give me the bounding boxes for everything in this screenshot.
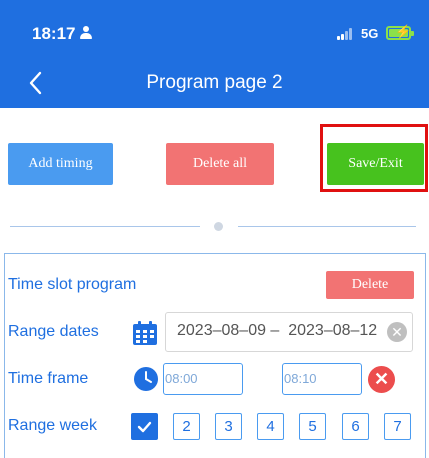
end-time-input[interactable]: 08:10 bbox=[282, 363, 362, 395]
date-range-value: 2023–08–09 – 2023–08–12 bbox=[177, 322, 378, 339]
weekday-6-checkbox[interactable]: 6 bbox=[342, 413, 369, 440]
divider-dot bbox=[214, 222, 223, 231]
weekday-5-checkbox[interactable]: 5 bbox=[299, 413, 326, 440]
signal-icon bbox=[337, 28, 355, 40]
weekday-3-checkbox[interactable]: 3 bbox=[215, 413, 242, 440]
weekday-2-checkbox[interactable]: 2 bbox=[173, 413, 200, 440]
range-week-label: Range week bbox=[8, 417, 97, 434]
delete-slot-button[interactable]: Delete bbox=[326, 271, 414, 299]
status-time: 18:17 bbox=[32, 24, 76, 43]
time-frame-label: Time frame bbox=[8, 370, 89, 387]
check-icon[interactable] bbox=[131, 413, 158, 440]
weekday-4-checkbox[interactable]: 4 bbox=[257, 413, 284, 440]
remove-time-icon[interactable]: ✕ bbox=[368, 366, 395, 393]
divider bbox=[10, 226, 200, 227]
calendar-icon[interactable] bbox=[131, 319, 159, 347]
time-slot-title: Time slot program bbox=[8, 276, 137, 293]
delete-all-button[interactable]: Delete all bbox=[166, 143, 274, 185]
app-header: 18:17 5G ⚡ Program page 2 bbox=[0, 0, 429, 108]
page-title: Program page 2 bbox=[146, 72, 283, 93]
divider bbox=[238, 226, 416, 227]
start-time-input[interactable]: 08:00 bbox=[163, 363, 243, 395]
save-exit-button[interactable]: Save/Exit bbox=[327, 143, 424, 185]
network-label: 5G bbox=[361, 26, 379, 41]
clear-icon[interactable]: ✕ bbox=[387, 322, 407, 342]
clock-icon bbox=[133, 366, 159, 392]
add-timing-button[interactable]: Add timing bbox=[8, 143, 113, 185]
person-icon bbox=[80, 26, 92, 40]
range-dates-label: Range dates bbox=[8, 323, 99, 340]
weekday-7-checkbox[interactable]: 7 bbox=[384, 413, 411, 440]
battery-icon: ⚡ bbox=[386, 25, 414, 40]
